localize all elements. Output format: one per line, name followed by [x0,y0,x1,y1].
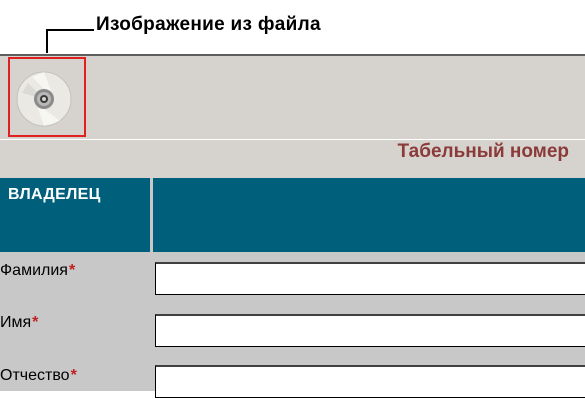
required-marker: * [32,314,39,331]
cd-disc-icon [16,71,72,127]
required-marker: * [68,262,76,279]
callout-title: Изображение из файла [96,14,321,35]
callout-leader-line [47,29,94,31]
patronymic-label: Отчество* [0,367,77,384]
section-header-right [153,178,585,252]
name-field[interactable] [155,314,585,347]
callout-leader-line-vertical [46,29,48,53]
surname-label: Фамилия* [0,262,76,279]
header-top-rule [0,54,585,56]
header-divider [0,139,585,140]
section-title: ВЛАДЕЛЕЦ [8,186,101,203]
surname-field[interactable] [155,262,585,295]
patronymic-field[interactable] [155,365,585,398]
name-label: Имя* [0,314,39,331]
photo-from-file[interactable] [8,57,86,137]
required-marker: * [70,367,77,384]
tab-number-label: Табельный номер [397,141,569,162]
